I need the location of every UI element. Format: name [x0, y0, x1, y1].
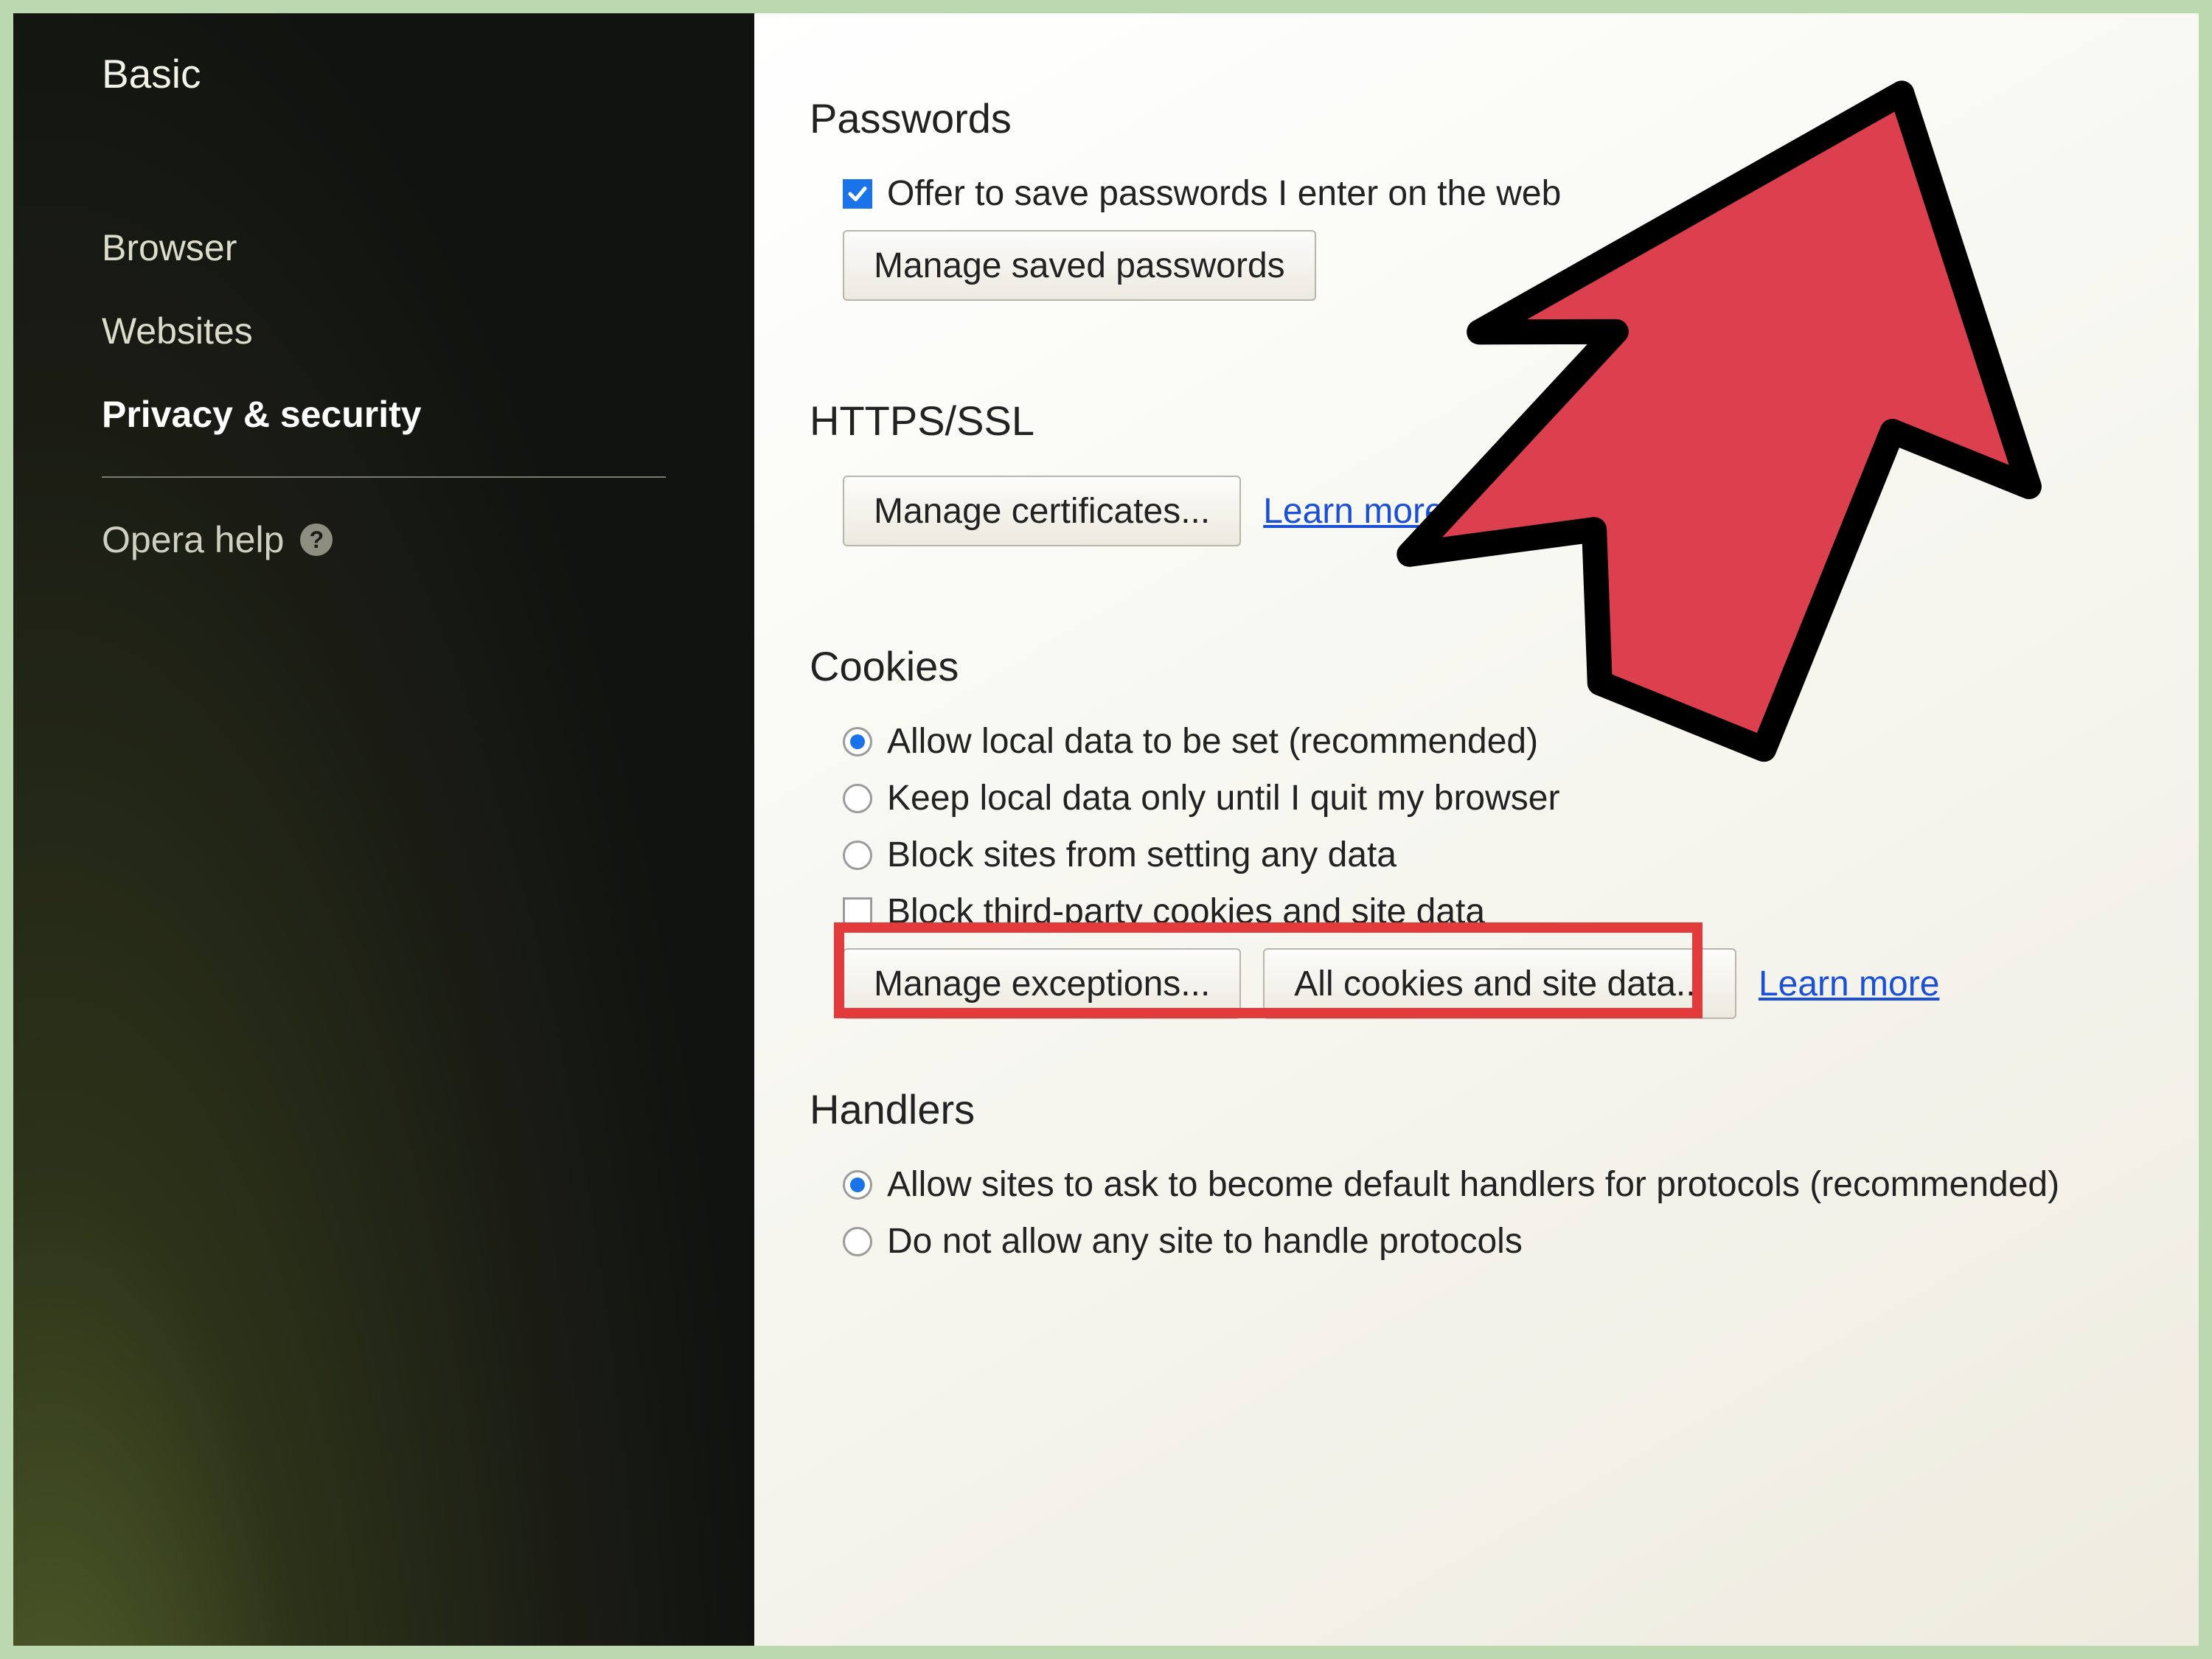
check-icon [846, 183, 869, 205]
settings-content: Passwords Offer to save passwords I ente… [754, 13, 2199, 1646]
help-icon: ? [300, 524, 333, 556]
sidebar-title: Basic [102, 50, 666, 97]
cookies-radio-keep-until-quit[interactable] [843, 784, 872, 813]
offer-save-passwords-checkbox[interactable] [843, 179, 872, 209]
cookies-radio-allow-local-label: Allow local data to be set (recommended) [887, 721, 1538, 762]
handlers-radio-allow-label: Allow sites to ask to become default han… [887, 1164, 2059, 1205]
help-label: Opera help [102, 518, 284, 561]
manage-saved-passwords-button[interactable]: Manage saved passwords [843, 230, 1316, 301]
sidebar-divider [102, 476, 666, 478]
settings-window: Basic Browser Websites Privacy & securit… [13, 13, 2199, 1646]
sidebar-item-privacy-security[interactable]: Privacy & security [102, 393, 666, 436]
block-third-party-label: Block third-party cookies and site data [887, 891, 1485, 932]
handlers-radio-deny-label: Do not allow any site to handle protocol… [887, 1221, 1523, 1262]
handlers-radio-allow[interactable] [843, 1170, 872, 1200]
block-third-party-checkbox[interactable] [843, 897, 872, 927]
offer-save-passwords-label: Offer to save passwords I enter on the w… [887, 173, 1561, 214]
handlers-radio-deny[interactable] [843, 1227, 872, 1256]
all-cookies-button[interactable]: All cookies and site data... [1263, 948, 1736, 1019]
section-heading-passwords: Passwords [810, 94, 2199, 142]
manage-certificates-button[interactable]: Manage certificates... [843, 476, 1241, 546]
cookies-learn-more-link[interactable]: Learn more [1759, 964, 1939, 1004]
cookies-radio-allow-local[interactable] [843, 727, 872, 757]
cookies-radio-keep-until-quit-label: Keep local data only until I quit my bro… [887, 778, 1559, 818]
section-heading-cookies: Cookies [810, 642, 2199, 690]
sidebar-item-websites[interactable]: Websites [102, 310, 666, 352]
cookies-radio-block-all[interactable] [843, 841, 872, 870]
section-heading-https-ssl: HTTPS/SSL [810, 397, 2199, 445]
sidebar-item-help[interactable]: Opera help ? [102, 518, 666, 561]
settings-sidebar: Basic Browser Websites Privacy & securit… [13, 13, 754, 1646]
manage-exceptions-button[interactable]: Manage exceptions... [843, 948, 1241, 1019]
section-heading-handlers: Handlers [810, 1085, 2199, 1133]
cookies-radio-block-all-label: Block sites from setting any data [887, 835, 1397, 875]
https-learn-more-link[interactable]: Learn more [1263, 491, 1444, 532]
sidebar-item-browser[interactable]: Browser [102, 226, 666, 269]
